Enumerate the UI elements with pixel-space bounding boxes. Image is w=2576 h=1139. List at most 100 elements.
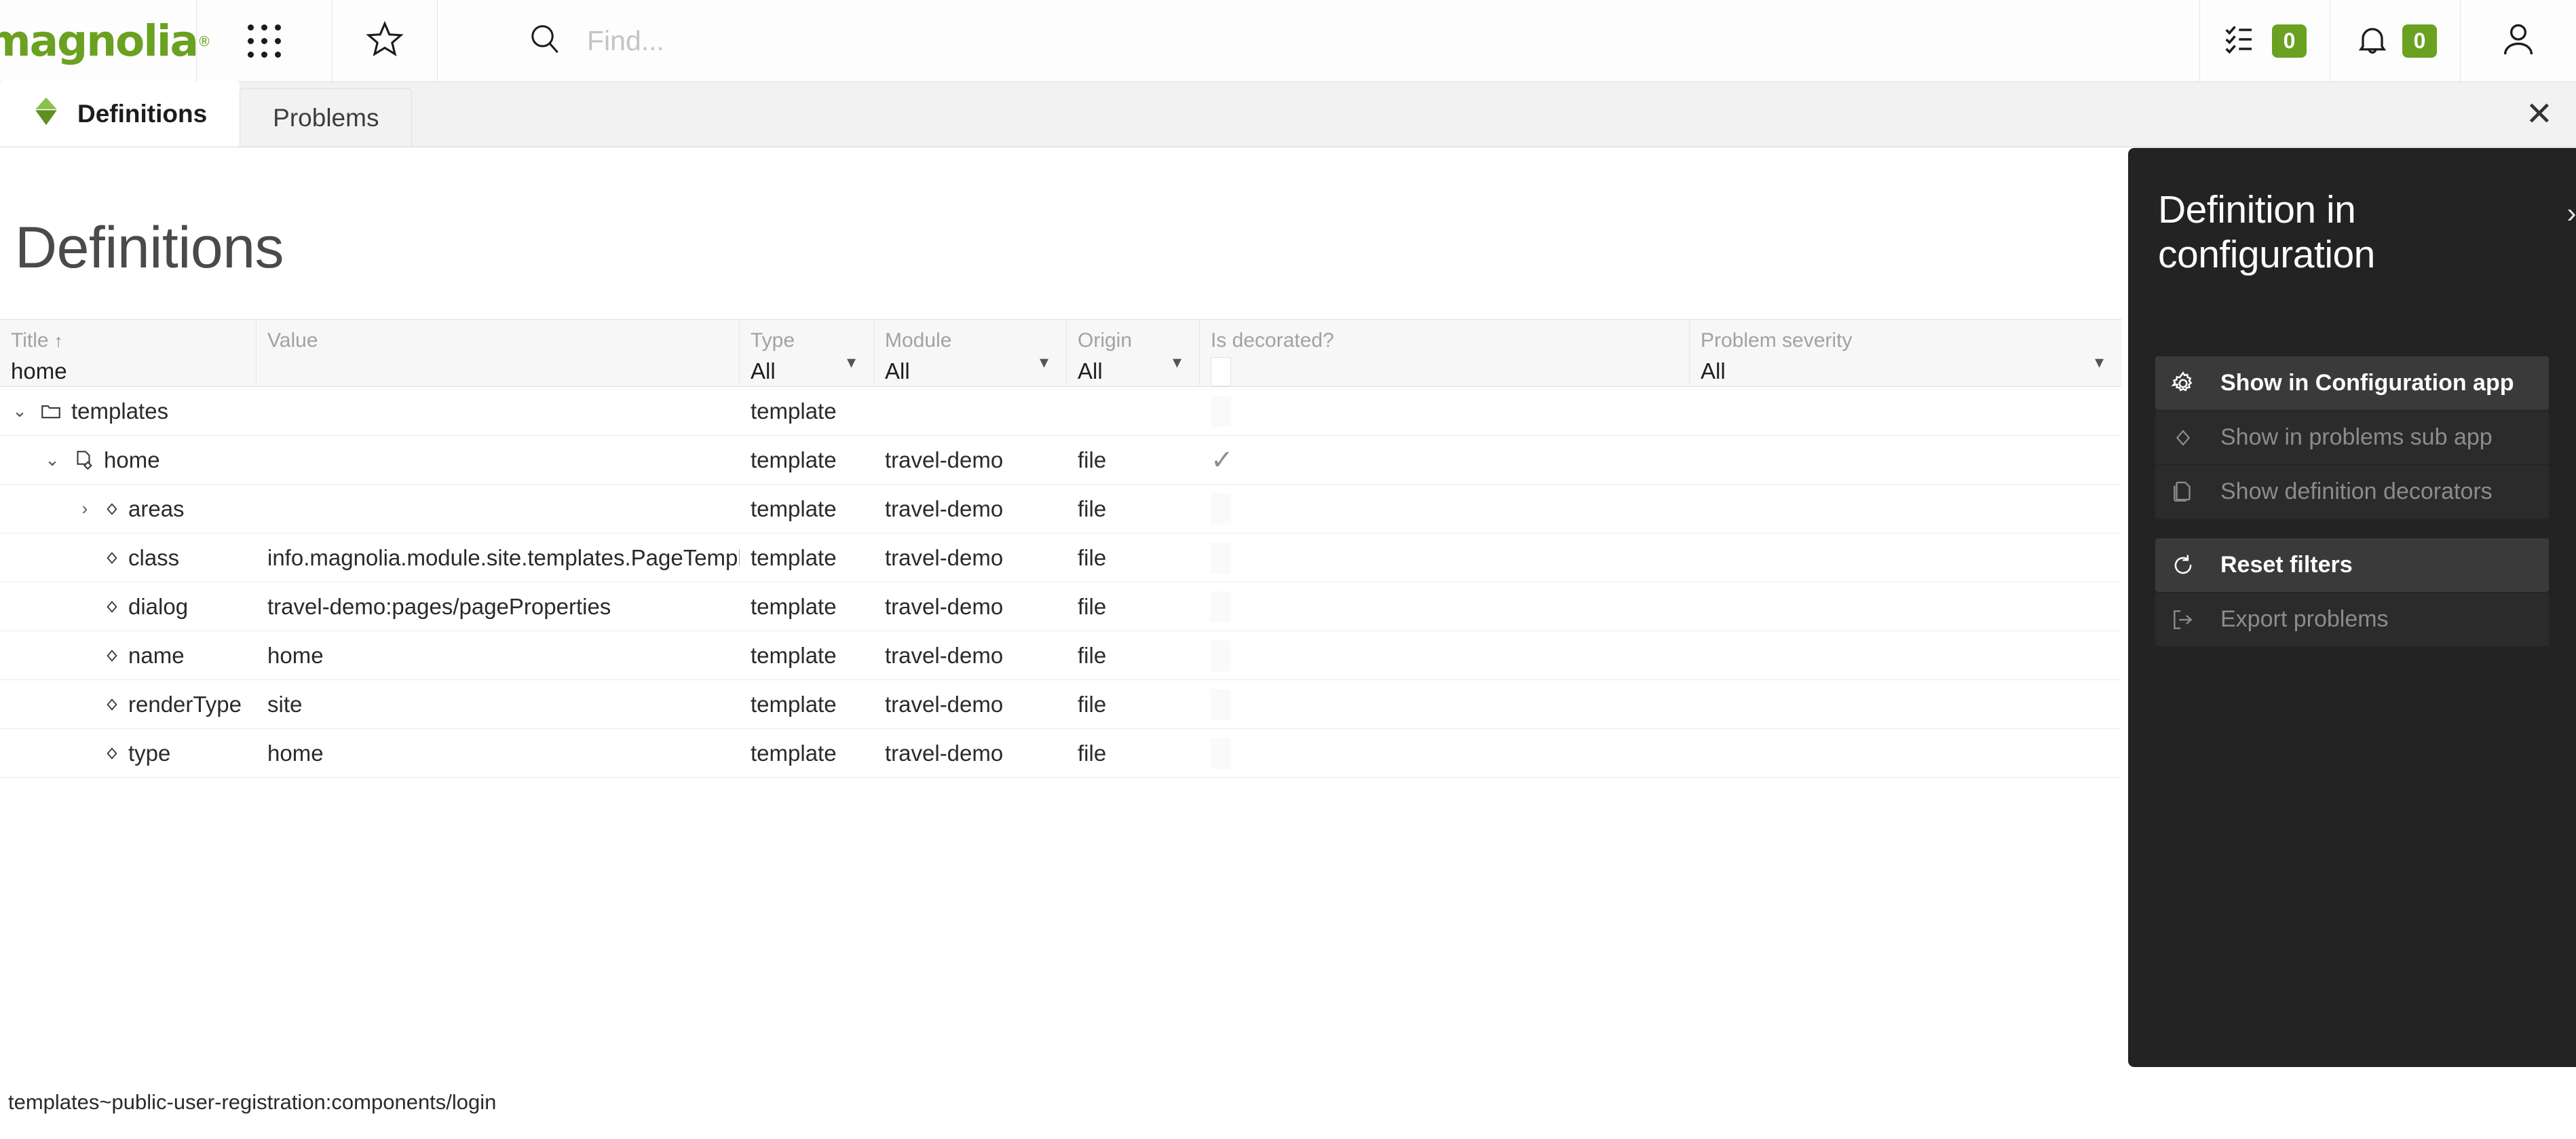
pulse-tasks-button[interactable]: 0 [2200, 0, 2330, 82]
cell-is-decorated [1200, 680, 1690, 729]
folder-icon [39, 400, 62, 423]
column-label-problem-severity: Problem severity [1701, 328, 2121, 354]
bell-icon [2353, 20, 2391, 62]
action-label: Show in Configuration app [2220, 370, 2514, 396]
column-label-title: Title↑ [11, 328, 256, 354]
cell-origin: file [1067, 436, 1200, 485]
page-title: Definitions [0, 148, 2121, 282]
cell-type: template [740, 631, 874, 680]
cell-module: travel-demo [874, 680, 1067, 729]
tab-problems[interactable]: Problems [240, 88, 412, 147]
cell-title: class [0, 534, 257, 582]
table-row[interactable]: classinfo.magnolia.module.site.templates… [0, 534, 2121, 582]
cell-module: travel-demo [874, 729, 1067, 778]
filter-input-title[interactable]: home [11, 358, 256, 384]
cell-value: home [257, 631, 740, 680]
table-row[interactable]: ⌄ home templatetravel-demofile ✓ [0, 436, 2121, 485]
chevron-right-icon[interactable]: › [2567, 197, 2576, 229]
cell-is-decorated [1200, 582, 1690, 631]
tab-definitions[interactable]: Definitions [0, 81, 240, 147]
table-header-row: Title↑ home Value Type All ▾ Module Al [0, 319, 2121, 387]
empty-decorated-box [1211, 640, 1231, 671]
logo-text: magnolia [0, 20, 197, 62]
expand-toggle-icon[interactable]: ⌄ [0, 400, 39, 422]
cell-type: template [740, 436, 874, 485]
table-row[interactable]: renderTypesitetemplatetravel-demofile [0, 680, 2121, 729]
column-header-module: Module All ▾ [874, 320, 1067, 386]
row-title-label: home [104, 447, 160, 473]
expand-toggle-icon[interactable]: › [65, 498, 105, 519]
action-export-problems[interactable]: Export problems [2155, 593, 2549, 646]
cell-module: travel-demo [874, 534, 1067, 582]
diamond-icon [105, 648, 119, 663]
chevron-down-icon[interactable]: ▾ [1040, 352, 1048, 373]
column-header-title: Title↑ home [0, 320, 257, 386]
user-menu-button[interactable] [2461, 0, 2576, 82]
tab-definitions-label: Definitions [77, 100, 207, 128]
empty-decorated-box [1211, 738, 1231, 769]
chevron-down-icon[interactable]: ▾ [1173, 352, 1181, 373]
action-show-in-configuration-app[interactable]: Show in Configuration app [2155, 356, 2549, 410]
check-icon: ✓ [1211, 447, 1234, 474]
chevron-down-icon[interactable]: ▾ [847, 352, 856, 373]
sort-arrow-icon: ↑ [54, 331, 63, 351]
column-label-origin: Origin [1078, 328, 1199, 354]
empty-decorated-box [1211, 542, 1231, 574]
cell-origin: file [1067, 680, 1200, 729]
cell-value: travel-demo:pages/pageProperties [257, 582, 740, 631]
table-row[interactable]: dialogtravel-demo:pages/pagePropertieste… [0, 582, 2121, 631]
global-search-bar[interactable]: Find... [438, 0, 2200, 82]
cell-title: name [0, 631, 257, 680]
definition-doc-icon [72, 449, 95, 472]
empty-decorated-box [1211, 591, 1231, 622]
notifications-button[interactable]: 0 [2330, 0, 2461, 82]
cell-origin: file [1067, 729, 1200, 778]
cell-module: travel-demo [874, 436, 1067, 485]
action-show-definition-decorators[interactable]: Show definition decorators [2155, 465, 2549, 519]
side-panel-title-text: Definition in configuration [2158, 187, 2552, 277]
action-show-in-problems-sub-app[interactable]: Show in problems sub app [2155, 411, 2549, 464]
cell-origin: file [1067, 534, 1200, 582]
expand-toggle-icon[interactable]: ⌄ [33, 449, 72, 470]
pulse-count-badge: 0 [2272, 24, 2307, 58]
cell-title: ⌄templates [0, 387, 257, 436]
cell-is-decorated [1200, 387, 1690, 436]
filter-checkbox-is-decorated[interactable] [1211, 357, 1231, 387]
apps-launcher-button[interactable] [197, 0, 333, 82]
cell-module: travel-demo [874, 631, 1067, 680]
table-row[interactable]: typehometemplatetravel-demofile [0, 729, 2121, 778]
cell-is-decorated [1200, 534, 1690, 582]
diamond-icon [2169, 428, 2197, 448]
cell-title: ⌄ home [0, 436, 257, 485]
filter-select-module[interactable]: All [885, 358, 1066, 384]
filter-select-problem-severity[interactable]: All [1701, 358, 2121, 384]
empty-decorated-box [1211, 689, 1231, 720]
chevron-down-icon[interactable]: ▾ [2095, 352, 2104, 373]
cell-problem-severity [1690, 582, 2121, 631]
cell-module: travel-demo [874, 485, 1067, 534]
cell-type: template [740, 680, 874, 729]
cell-title: › areas [0, 485, 257, 534]
favorites-button[interactable] [333, 0, 438, 82]
table-row[interactable]: ⌄templatestemplate [0, 387, 2121, 436]
cell-problem-severity [1690, 436, 2121, 485]
magnolia-diamond-icon [33, 96, 60, 132]
table-row[interactable]: namehometemplatetravel-demofile [0, 631, 2121, 680]
action-reset-filters[interactable]: Reset filters [2155, 538, 2549, 592]
row-title-label: areas [128, 496, 185, 522]
table-row[interactable]: ›areastemplatetravel-demofile [0, 485, 2121, 534]
close-tab-icon[interactable]: ✕ [2526, 98, 2553, 131]
cell-value [257, 436, 740, 485]
cell-is-decorated [1200, 485, 1690, 534]
column-header-type: Type All ▾ [740, 320, 874, 386]
cell-title: dialog [0, 582, 257, 631]
cell-is-decorated [1200, 729, 1690, 778]
cell-type: template [740, 485, 874, 534]
table-body: ⌄templatestemplate⌄hometemplatetravel-de… [0, 387, 2121, 778]
magnolia-logo[interactable]: magnolia® [0, 0, 197, 82]
search-input[interactable]: Find... [587, 25, 664, 57]
column-header-origin: Origin All ▾ [1067, 320, 1200, 386]
apps-grid-icon [248, 24, 281, 58]
action-side-panel: Definition in configuration › Show in Co… [2128, 148, 2576, 1067]
cell-value [257, 485, 740, 534]
